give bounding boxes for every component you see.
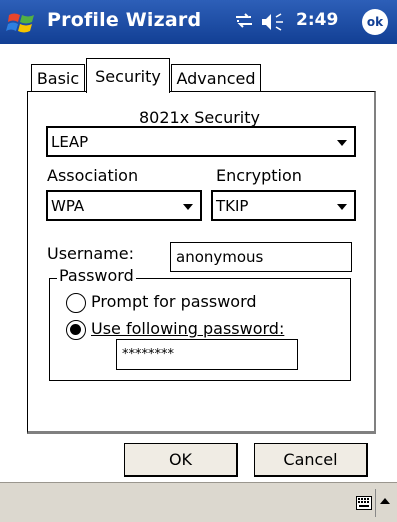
tab-basic[interactable]: Basic bbox=[31, 64, 85, 92]
title-ok-button[interactable]: ok bbox=[362, 9, 388, 35]
connectivity-icon[interactable] bbox=[234, 11, 254, 35]
encryption-label: Encryption bbox=[216, 166, 302, 185]
username-input[interactable]: anonymous bbox=[170, 242, 352, 272]
association-label: Association bbox=[47, 166, 139, 185]
ok-button[interactable]: OK bbox=[124, 443, 238, 477]
password-input[interactable]: ******** bbox=[116, 339, 298, 370]
security-type-dropdown[interactable]: LEAP bbox=[46, 126, 356, 157]
title-bar: Profile Wizard 2:49 ok bbox=[0, 0, 397, 44]
use-password-label[interactable]: Use following password: bbox=[91, 319, 284, 338]
prompt-password-label[interactable]: Prompt for password bbox=[91, 292, 257, 311]
encryption-dropdown[interactable]: TKIP bbox=[211, 190, 356, 221]
association-dropdown[interactable]: WPA bbox=[46, 190, 202, 221]
clock[interactable]: 2:49 bbox=[296, 10, 338, 30]
sip-divider bbox=[375, 489, 376, 517]
prompt-password-radio[interactable] bbox=[66, 293, 86, 313]
cancel-button[interactable]: Cancel bbox=[254, 443, 368, 477]
sip-arrow-icon[interactable] bbox=[380, 498, 390, 504]
keyboard-icon[interactable] bbox=[356, 495, 372, 514]
tab-security[interactable]: Security bbox=[86, 58, 170, 93]
tab-advanced[interactable]: Advanced bbox=[171, 64, 261, 92]
radio-selected-dot bbox=[70, 324, 81, 335]
chevron-down-icon bbox=[337, 139, 347, 146]
menu-bar bbox=[0, 482, 397, 522]
volume-icon[interactable] bbox=[260, 11, 286, 37]
windows-flag-icon[interactable] bbox=[6, 6, 38, 38]
chevron-down-icon bbox=[183, 203, 193, 210]
chevron-down-icon bbox=[337, 203, 347, 210]
encryption-value: TKIP bbox=[216, 196, 249, 215]
window-title: Profile Wizard bbox=[47, 9, 202, 31]
security-type-value: LEAP bbox=[51, 132, 89, 151]
association-value: WPA bbox=[51, 196, 85, 215]
password-group-title: Password bbox=[57, 266, 136, 285]
use-password-radio[interactable] bbox=[66, 320, 86, 340]
security-heading: 8021x Security bbox=[139, 108, 260, 127]
username-label: Username: bbox=[47, 244, 134, 263]
